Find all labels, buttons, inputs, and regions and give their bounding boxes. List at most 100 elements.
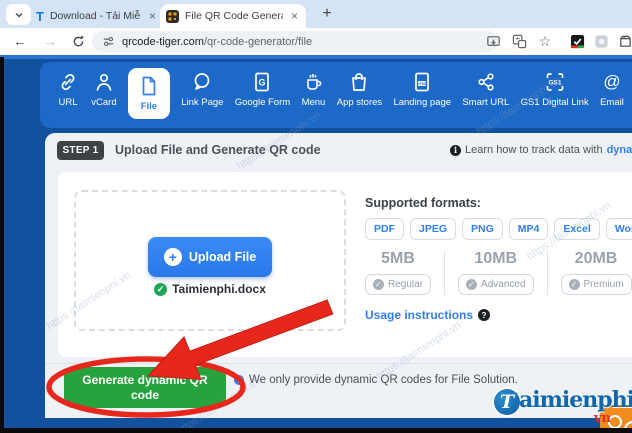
tab-favicon-t: T (36, 8, 44, 24)
dynamic-link[interactable]: dynamic (607, 144, 632, 156)
nav-item-vcard[interactable]: vCard (91, 70, 117, 108)
window-frame-bottom (0, 428, 632, 433)
plus-icon: + (163, 248, 182, 266)
svg-text:G: G (259, 78, 266, 88)
tier-size: 20MB (574, 250, 618, 267)
qr-tiger-favicon (166, 9, 179, 23)
tier-advanced: 10MB ✓ Advanced (444, 250, 546, 295)
nav-label: Email (600, 97, 624, 108)
nav-label: Menu (301, 97, 326, 108)
reload-button[interactable] (68, 31, 88, 51)
new-tab-button[interactable]: + (316, 3, 338, 25)
format-chip-word[interactable]: Word (605, 218, 632, 240)
nav-item-email[interactable]: @ Email (600, 70, 624, 108)
question-icon: ? (478, 309, 491, 321)
tab-download[interactable]: T Download - Tải Miễn Phí VN - F × (36, 5, 158, 27)
format-chip-jpeg[interactable]: JPEG (410, 218, 457, 240)
extension-adblock[interactable] (568, 32, 586, 50)
check-icon: ✓ (466, 279, 478, 290)
tier-plan-badge: ✓ Regular (365, 274, 432, 295)
person-icon (96, 73, 112, 91)
svg-text:@: @ (603, 72, 620, 91)
tab-qr-generator[interactable]: File QR Code Generator by QR T × (160, 4, 306, 28)
taimienphi-wordmark: aimienphi (519, 387, 632, 413)
address-bar[interactable]: qrcode-tiger.com/qr-code-generator/file (92, 31, 498, 52)
forward-button[interactable]: → (40, 31, 60, 51)
install-app-button[interactable] (484, 32, 502, 50)
format-chip-pdf[interactable]: PDF (365, 218, 404, 240)
tier-plan-label: Regular (388, 279, 424, 290)
nav-item-app-stores[interactable]: App stores (337, 70, 382, 108)
svg-text:HTML: HTML (417, 82, 428, 86)
nav-item-menu[interactable]: Menu (301, 70, 325, 108)
tab-strip: T Download - Tải Miễn Phí VN - F × File … (0, 0, 632, 28)
nav-item-google-form[interactable]: G Google Form (235, 70, 290, 108)
tier-plan-badge: ✓ Premium (560, 274, 632, 295)
close-icon[interactable]: × (289, 10, 300, 22)
url-text[interactable]: qrcode-tiger.com/qr-code-generator/file (122, 36, 312, 48)
tier-plan-badge: ✓ Advanced (458, 274, 534, 295)
tab-title: File QR Code Generator by QR T (185, 10, 283, 22)
taimienphi-t-badge: T (494, 389, 520, 415)
nav-item-landing-page[interactable]: HTML Landing page (393, 70, 451, 108)
share-icon (478, 73, 494, 91)
shopping-bag-icon (352, 73, 367, 91)
nav-item-gs1-digital-link[interactable]: GS1 GS1 Digital Link (521, 70, 589, 108)
format-chip-excel[interactable]: Excel (554, 218, 600, 240)
svg-text:GS1: GS1 (548, 80, 561, 87)
back-button[interactable]: ← (10, 31, 30, 51)
generator-panel: STEP 1 Upload File and Generate QR code … (45, 133, 632, 418)
tier-size: 10MB (474, 250, 518, 267)
format-chip-mp4[interactable]: MP4 (508, 218, 549, 240)
usage-label: Usage instructions (365, 308, 474, 322)
note-text: We only provide dynamic QR codes for Fil… (249, 374, 518, 386)
window-frame-left (0, 57, 4, 433)
nav-label: GS1 Digital Link (520, 97, 589, 108)
nav-label: Google Form (234, 97, 291, 108)
google-form-icon: G (255, 72, 270, 92)
taimienphi-tld: vn (594, 411, 612, 426)
tab-search-button[interactable] (6, 4, 31, 25)
star-icon: ☆ (538, 32, 552, 49)
format-chip-png[interactable]: PNG (462, 218, 503, 240)
adblock-extension-icon (570, 34, 584, 48)
chevron-down-icon (15, 12, 22, 17)
nav-item-file[interactable]: File (127, 68, 170, 119)
url-domain: qrcode-tiger.com (122, 35, 204, 48)
upload-card: + Upload File ✓ Taimienphi.docx Supporte… (58, 172, 632, 357)
site-settings-icon[interactable] (102, 35, 115, 48)
extension-secondary[interactable] (592, 32, 610, 50)
uploaded-file-name: Taimienphi.docx (172, 282, 266, 296)
browser-window: T Download - Tải Miễn Phí VN - F × File … (0, 0, 632, 433)
box-icon (619, 35, 631, 47)
nav-item-url[interactable]: URL (56, 70, 80, 108)
dynamic-only-note: i We only provide dynamic QR codes for F… (234, 374, 518, 386)
link-icon (61, 73, 75, 91)
nav-label: File (140, 101, 158, 112)
extensions-menu-button[interactable] (616, 32, 632, 50)
tier-plan-label: Premium (583, 279, 624, 290)
tier-plan-label: Advanced (481, 279, 526, 290)
upload-file-button[interactable]: + Upload File (148, 237, 272, 277)
step-badge: STEP 1 (57, 141, 104, 160)
nav-item-link-page[interactable]: Link Page (181, 70, 223, 108)
nav-item-smart-url[interactable]: Smart URL (462, 70, 509, 108)
generate-qr-button[interactable]: Generate dynamic QR code (64, 367, 226, 408)
tier-regular: 5MB ✓ Regular (365, 250, 444, 295)
nav-label: URL (58, 97, 78, 108)
taimienphi-logo: T aimienphi vn (492, 385, 632, 433)
learn-track-data: i Learn how to track data with dynamic (450, 144, 632, 156)
translate-button[interactable] (510, 32, 528, 50)
tier-size: 5MB (381, 250, 415, 267)
coffee-cup-icon (307, 74, 322, 90)
tier-premium: 20MB ✓ Premium (546, 250, 632, 295)
url-path: /qr-code-generator/file (203, 35, 313, 48)
supported-formats-heading: Supported formats: (365, 196, 481, 210)
qr-type-navbar: URL vCard File Link Page G Google Form M… (40, 62, 632, 128)
usage-instructions-link[interactable]: Usage instructions ? (365, 308, 491, 322)
nav-label: Smart URL (462, 97, 510, 108)
gray-extension-icon (594, 34, 608, 48)
close-icon[interactable]: × (147, 10, 158, 22)
bookmark-button[interactable]: ☆ (536, 32, 554, 50)
translate-icon (512, 34, 526, 48)
